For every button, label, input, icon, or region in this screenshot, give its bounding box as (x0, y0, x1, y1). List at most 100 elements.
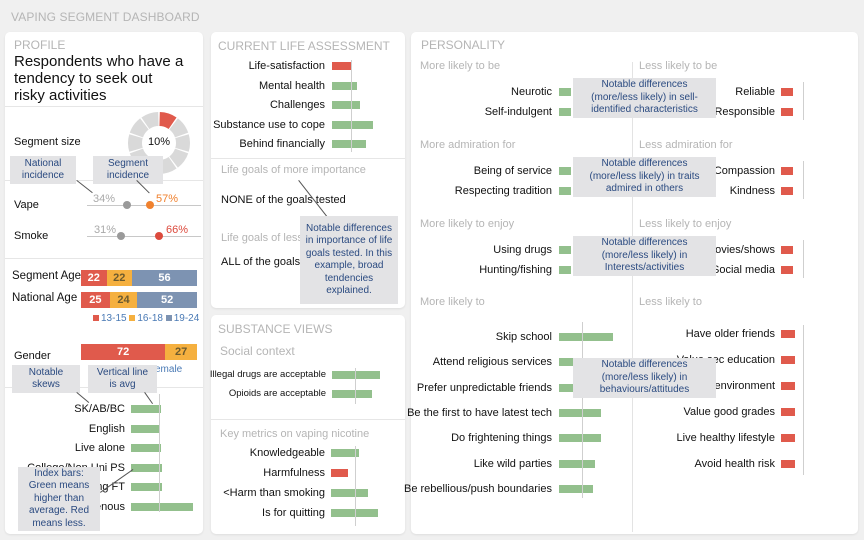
skew-label: Live alone (74, 442, 125, 454)
substance-section-title: SUBSTANCE VIEWS (218, 322, 333, 336)
less-item-label: Movies/shows (705, 244, 775, 256)
more-group-title: More likely to enjoy (420, 218, 515, 230)
more-likely-bar (559, 408, 602, 417)
vape-national-pct: 34% (93, 193, 116, 205)
personality-callout: Notable differences (more/less likely) i… (573, 157, 716, 197)
skew-label: SK/AB/BC (74, 403, 125, 415)
age-segment: 22 (106, 270, 133, 286)
life-item-label: Substance use to cope (213, 118, 325, 131)
more-likely-bar (559, 484, 594, 493)
metric-item-label: <Harm than smoking (223, 487, 325, 499)
divider (211, 158, 405, 159)
national-age-label: National Age (12, 292, 78, 304)
more-item-label: Self-indulgent (484, 106, 552, 118)
metrics-title: Key metrics on vaping nicotine (220, 428, 370, 440)
more-item-label: Being of service (473, 165, 552, 177)
metric-item-bar (331, 469, 348, 477)
more-group-title: More likely to be (420, 60, 501, 72)
less-item-label: Responsible (714, 106, 775, 118)
more-likely-bar (559, 459, 596, 468)
metric-item-label: Knowledgeable (249, 447, 325, 459)
more-likely-label: Skip school (495, 331, 552, 343)
life-goals-callout: Notable differences in importance of lif… (300, 216, 398, 304)
more-item-bar (559, 266, 571, 274)
less-likely-label: Avoid health risk (694, 458, 775, 470)
less-likely-bar (781, 356, 795, 364)
less-likely-bar (781, 408, 795, 416)
profile-card: PROFILE Respondents who have a tendency … (5, 32, 203, 534)
age-segment: 56 (132, 270, 197, 286)
less-item-bar (781, 167, 793, 175)
age-segment: 52 (137, 292, 197, 308)
age-legend: 13-15 16-18 19-24 (93, 313, 199, 324)
social-item-bar (332, 390, 372, 398)
life-item-label: Behind financially (239, 138, 325, 150)
more-item-bar (559, 108, 571, 116)
more-item-bar (559, 246, 571, 254)
goals-more-text: NONE of the goals tested (221, 194, 346, 206)
life-item-label: Mental health (258, 79, 325, 92)
life-item-bar (332, 120, 373, 129)
less-item-bar (781, 88, 793, 96)
personality-card: PERSONALITY More likely to be Less likely… (404, 32, 858, 534)
less-item-label: Compassion (713, 165, 775, 177)
leader-line (76, 180, 93, 194)
skew-bar (131, 502, 194, 511)
more-likely-bar (559, 434, 602, 443)
more-item-bar (559, 167, 571, 175)
more-item-bar (559, 88, 571, 96)
life-item-label: Challenges (269, 99, 325, 111)
vape-national-dot (123, 201, 131, 209)
average-line (582, 322, 583, 498)
skew-bar (131, 424, 159, 433)
metric-item-bar (331, 489, 369, 497)
leader-line (144, 392, 154, 405)
gender-label: Gender (14, 350, 51, 362)
age-segment: 25 (81, 292, 110, 308)
smoke-national-pct: 31% (94, 224, 117, 236)
average-line (803, 325, 804, 475)
less-item-bar (781, 246, 793, 254)
segment-size-value: 10% (147, 136, 171, 148)
social-item-label: Opioids are acceptable (228, 388, 326, 399)
smoke-track (87, 236, 201, 237)
legend-item-13-15: 13-15 (93, 313, 127, 324)
skew-bar (131, 405, 161, 413)
average-line (159, 394, 160, 512)
average-line (803, 82, 804, 120)
metric-item-label: Harmfulness (263, 467, 325, 479)
divider (5, 106, 203, 107)
leader-line (76, 392, 90, 404)
personality-section-title: PERSONALITY (421, 38, 506, 52)
legend-item-19-24: 19-24 (165, 313, 199, 324)
personality-callout: Notable differences (more/less likely) i… (573, 236, 716, 276)
less-group-title: Less likely to be (639, 60, 718, 72)
more-likely-label: Be the first to have latest tech (407, 406, 552, 419)
behaviours-callout: Notable differences (more/less likely) i… (573, 358, 716, 398)
smoke-segment-dot (155, 232, 163, 240)
segment-incidence-callout: Segment incidence (93, 156, 163, 184)
metric-item-label: Is for quitting (262, 507, 325, 519)
more-likely-label: Attend religious services (432, 356, 552, 369)
substance-views-card: SUBSTANCE VIEWS Social context Illegal d… (210, 315, 405, 534)
age-segment: 22 (81, 270, 107, 286)
more-likely-label: Be rebellious/push boundaries (404, 482, 552, 495)
average-line (355, 446, 356, 526)
life-assessment-card: CURRENT LIFE ASSESSMENT Life-satisfactio… (211, 32, 405, 308)
more-likely-bar (559, 333, 614, 341)
more-item-label: Hunting/fishing (479, 264, 552, 276)
average-line (355, 368, 356, 404)
more-likely-label: Like wild parties (473, 457, 552, 470)
average-line (351, 60, 352, 152)
life-item-bar (332, 62, 353, 70)
notable-skews-callout: Notable skews (12, 365, 80, 393)
skew-bar (131, 483, 163, 491)
skew-bar (131, 463, 163, 472)
less-likely-bar (781, 434, 795, 442)
national-incidence-callout: National incidence (10, 156, 76, 184)
social-item-bar (332, 371, 380, 379)
more-likely-label: Prefer unpredictable friends (416, 381, 552, 394)
legend-item-16-18: 16-18 (129, 313, 163, 324)
profile-headline: Respondents who have a tendency to seek … (14, 53, 184, 104)
life-item-bar (332, 101, 360, 109)
